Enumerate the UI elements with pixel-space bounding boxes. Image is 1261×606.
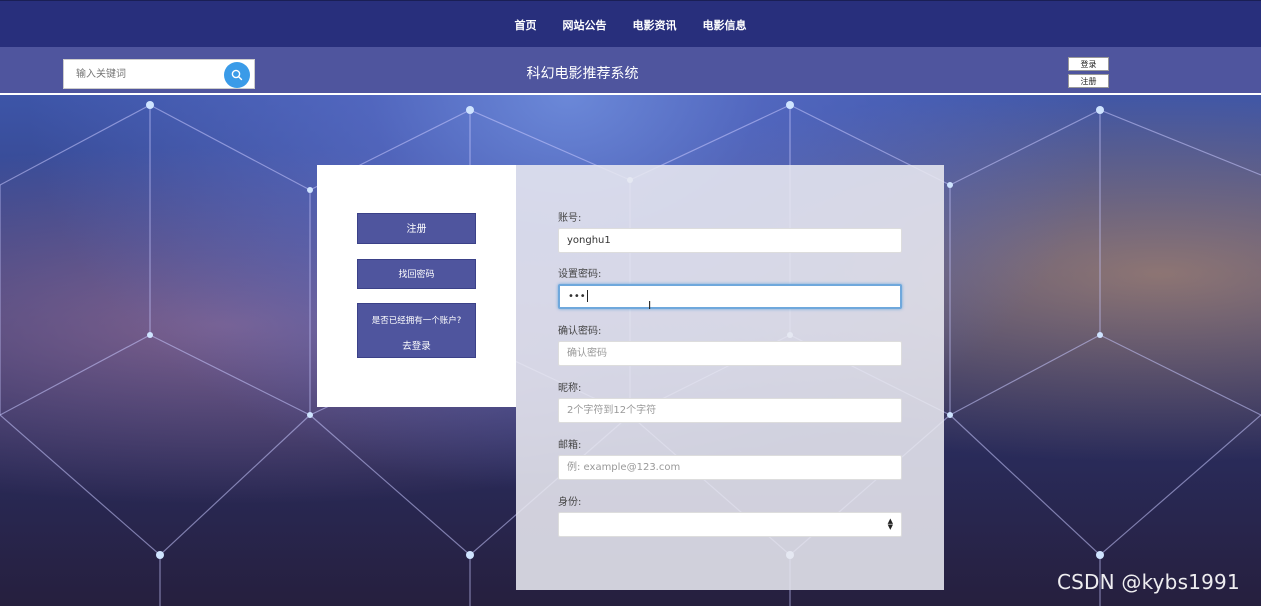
confirm-password-field[interactable]: 确认密码: [558, 341, 902, 366]
header-bar: 科幻电影推荐系统 登录 注册: [0, 47, 1261, 95]
go-login-button[interactable]: 是否已经拥有一个账户? 去登录: [357, 303, 476, 358]
have-account-text: 是否已经拥有一个账户?: [371, 316, 462, 326]
account-field[interactable]: yonghu1: [558, 228, 902, 253]
ibeam-cursor-icon: I: [648, 299, 652, 312]
go-login-label: 去登录: [402, 341, 431, 352]
register-tab-button[interactable]: 注册: [357, 213, 476, 244]
account-label: 账号:: [558, 213, 582, 224]
left-panel: 注册 找回密码 是否已经拥有一个账户? 去登录: [317, 165, 516, 407]
top-nav: 首页 网站公告 电影资讯 电影信息: [0, 0, 1261, 47]
text-caret: [586, 290, 588, 302]
auth-buttons: 登录 注册: [1068, 57, 1109, 91]
identity-label: 身份:: [558, 497, 582, 508]
password-value: •••: [568, 291, 586, 302]
nav-item-movie-info[interactable]: 电影信息: [703, 17, 747, 33]
password-field[interactable]: ••• I: [558, 284, 902, 312]
register-button[interactable]: 注册: [1068, 74, 1109, 88]
password-label: 设置密码:: [558, 269, 602, 280]
find-password-button[interactable]: 找回密码: [357, 259, 476, 289]
watermark: CSDN @kybs1991: [1057, 570, 1240, 594]
identity-select[interactable]: ▲ ▼: [558, 512, 902, 537]
nav-item-home[interactable]: 首页: [515, 17, 537, 33]
confirm-password-label: 确认密码:: [558, 326, 602, 337]
nickname-label: 昵称:: [558, 383, 582, 394]
register-form: 账号: yonghu1 设置密码: ••• I 确认密码: 确认密码 昵称: 2…: [516, 165, 944, 590]
select-arrows-icon: ▲ ▼: [887, 517, 893, 531]
email-label: 邮箱:: [558, 440, 582, 451]
nickname-field[interactable]: 2个字符到12个字符: [558, 398, 902, 423]
site-title: 科幻电影推荐系统: [526, 66, 639, 82]
nav-item-announcements[interactable]: 网站公告: [563, 17, 607, 33]
login-button[interactable]: 登录: [1068, 57, 1109, 71]
email-field[interactable]: 例: example@123.com: [558, 455, 902, 480]
nav-item-movie-news[interactable]: 电影资讯: [633, 17, 677, 33]
